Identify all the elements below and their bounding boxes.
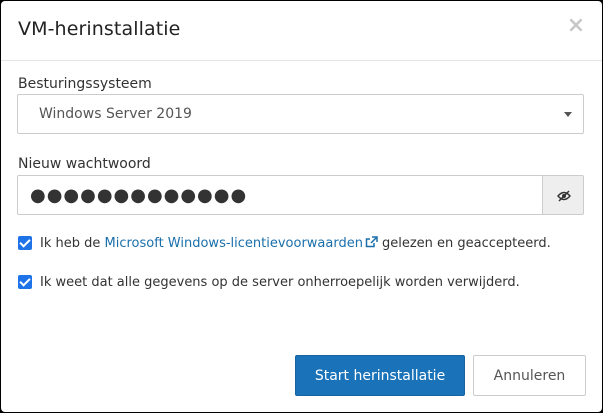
reinstall-dialog: VM-herinstallatie × Besturingssysteem Wi…	[1, 1, 602, 412]
caret-down-icon	[564, 112, 572, 117]
cancel-button[interactable]: Annuleren	[473, 355, 586, 396]
license-link[interactable]: Microsoft Windows-licentievoorwaarden	[105, 236, 363, 251]
toggle-password-button[interactable]	[542, 175, 584, 215]
license-prefix: Ik heb de	[40, 236, 101, 251]
external-link-icon	[365, 236, 378, 248]
license-check-row: Ik heb de Microsoft Windows-licentievoor…	[18, 235, 551, 251]
data-loss-text: Ik weet dat alle gegevens op de server o…	[40, 275, 520, 290]
license-suffix: gelezen en geaccepteerd.	[381, 236, 551, 251]
start-reinstall-button[interactable]: Start herinstallatie	[295, 355, 465, 396]
os-select[interactable]: Windows Server 2019	[17, 94, 584, 134]
license-checkbox[interactable]	[18, 235, 32, 250]
os-select-value: Windows Server 2019	[39, 106, 192, 122]
password-label: Nieuw wachtwoord	[18, 156, 151, 172]
password-group	[17, 175, 584, 215]
dialog-header: VM-herinstallatie ×	[1, 1, 602, 61]
password-input[interactable]	[17, 175, 542, 215]
data-loss-checkbox[interactable]	[18, 274, 32, 289]
os-label: Besturingssysteem	[18, 76, 152, 92]
data-loss-check-row: Ik weet dat alle gegevens op de server o…	[18, 274, 520, 290]
close-icon[interactable]: ×	[564, 14, 588, 38]
eye-slash-icon	[557, 190, 571, 202]
dialog-title: VM-herinstallatie	[18, 18, 181, 40]
